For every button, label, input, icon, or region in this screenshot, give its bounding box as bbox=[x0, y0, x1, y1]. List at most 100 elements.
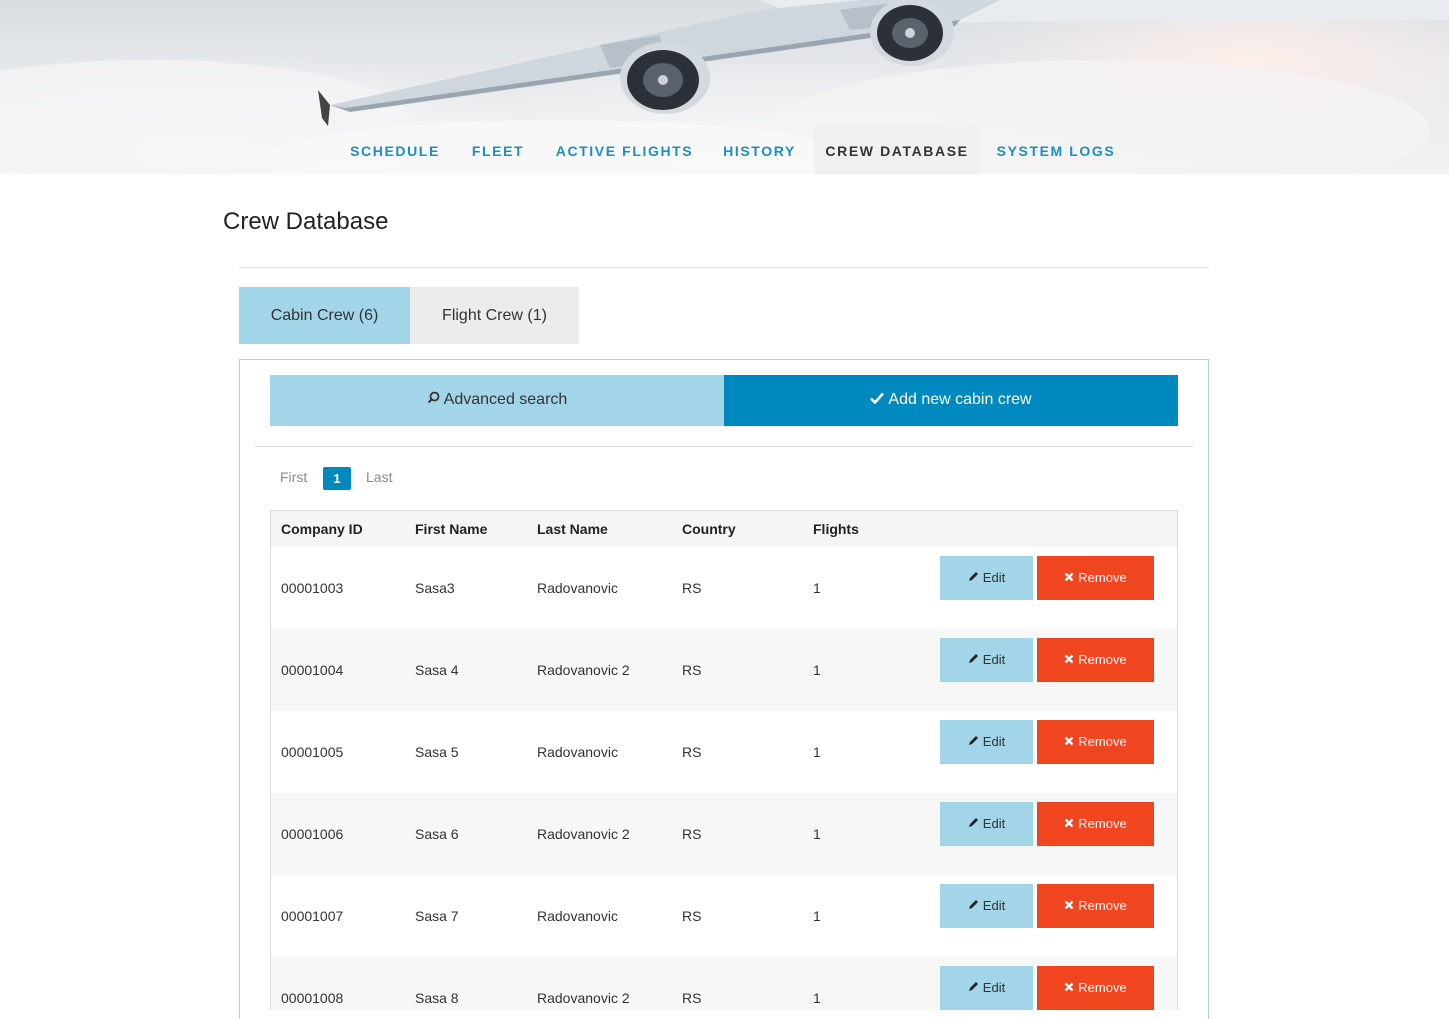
column-header-first-name: First Name bbox=[415, 521, 488, 537]
column-header-last-name: Last Name bbox=[537, 521, 608, 537]
cell-last-name: Radovanovic bbox=[537, 580, 618, 596]
remove-label: Remove bbox=[1078, 816, 1127, 831]
tab-flight-crew[interactable]: Flight Crew (1) bbox=[410, 287, 579, 344]
nav-fleet[interactable]: FLEET bbox=[455, 126, 541, 174]
header-hero: SCHEDULE FLEET ACTIVE FLIGHTS HISTORY CR… bbox=[0, 0, 1449, 174]
nav-history[interactable]: HISTORY bbox=[708, 126, 811, 174]
cell-first-name: Sasa 5 bbox=[415, 744, 459, 760]
remove-button[interactable]: Remove bbox=[1037, 720, 1154, 764]
close-icon bbox=[1064, 884, 1074, 928]
magnifier-icon bbox=[427, 375, 440, 425]
nav-system-logs[interactable]: SYSTEM LOGS bbox=[983, 126, 1129, 174]
pencil-icon bbox=[968, 638, 979, 682]
edit-label: Edit bbox=[982, 816, 1006, 831]
remove-button[interactable]: Remove bbox=[1037, 802, 1154, 846]
cell-country: RS bbox=[682, 662, 702, 678]
edit-button[interactable]: Edit bbox=[940, 556, 1033, 600]
close-icon bbox=[1064, 638, 1074, 682]
cell-last-name: Radovanovic 2 bbox=[537, 990, 630, 1006]
cell-flights: 1 bbox=[813, 580, 821, 596]
pagination-first[interactable]: First bbox=[280, 469, 307, 485]
pencil-icon bbox=[968, 720, 979, 764]
pencil-icon bbox=[968, 556, 979, 600]
cell-last-name: Radovanovic 2 bbox=[537, 826, 630, 842]
column-header-country: Country bbox=[682, 521, 736, 537]
cell-last-name: Radovanovic bbox=[537, 744, 618, 760]
pagination-last[interactable]: Last bbox=[366, 469, 392, 485]
edit-label: Edit bbox=[982, 980, 1006, 995]
edit-button[interactable]: Edit bbox=[940, 802, 1033, 846]
remove-label: Remove bbox=[1078, 570, 1127, 585]
pencil-icon bbox=[968, 966, 979, 1010]
cell-company-id: 00001005 bbox=[281, 744, 344, 760]
remove-label: Remove bbox=[1078, 980, 1127, 995]
add-cabin-crew-button[interactable]: Add new cabin crew bbox=[724, 375, 1178, 426]
cell-company-id: 00001003 bbox=[281, 580, 344, 596]
close-icon bbox=[1064, 556, 1074, 600]
edit-label: Edit bbox=[982, 734, 1006, 749]
nav-active-flights[interactable]: ACTIVE FLIGHTS bbox=[543, 126, 706, 174]
remove-button[interactable]: Remove bbox=[1037, 556, 1154, 600]
remove-label: Remove bbox=[1078, 898, 1127, 913]
table-row: 00001007 Sasa 7 Radovanovic RS 1 Edit Remove bbox=[271, 875, 1177, 957]
edit-label: Edit bbox=[982, 652, 1006, 667]
pencil-icon bbox=[968, 802, 979, 846]
pagination-current-page[interactable]: 1 bbox=[323, 467, 351, 490]
tab-cabin-crew[interactable]: Cabin Crew (6) bbox=[239, 287, 410, 344]
check-icon bbox=[870, 375, 885, 425]
cell-flights: 1 bbox=[813, 744, 821, 760]
cell-flights: 1 bbox=[813, 662, 821, 678]
main-nav: SCHEDULE FLEET ACTIVE FLIGHTS HISTORY CR… bbox=[0, 126, 1449, 174]
edit-button[interactable]: Edit bbox=[940, 966, 1033, 1010]
column-header-flights: Flights bbox=[813, 521, 859, 537]
pencil-icon bbox=[968, 884, 979, 928]
remove-label: Remove bbox=[1078, 734, 1127, 749]
cell-country: RS bbox=[682, 580, 702, 596]
advanced-search-label: Advanced search bbox=[443, 391, 568, 408]
cell-country: RS bbox=[682, 990, 702, 1006]
cell-company-id: 00001008 bbox=[281, 990, 344, 1006]
add-cabin-crew-label: Add new cabin crew bbox=[888, 391, 1032, 408]
cell-flights: 1 bbox=[813, 826, 821, 842]
advanced-search-button[interactable]: Advanced search bbox=[270, 375, 724, 426]
nav-crew-database[interactable]: CREW DATABASE bbox=[814, 126, 980, 174]
table-row: 00001004 Sasa 4 Radovanovic 2 RS 1 Edit Remove bbox=[271, 629, 1177, 711]
remove-button[interactable]: Remove bbox=[1037, 966, 1154, 1010]
cell-first-name: Sasa 7 bbox=[415, 908, 459, 924]
cell-company-id: 00001004 bbox=[281, 662, 344, 678]
cell-first-name: Sasa 4 bbox=[415, 662, 459, 678]
close-icon bbox=[1064, 802, 1074, 846]
table-row: 00001008 Sasa 8 Radovanovic 2 RS 1 Edit Remove bbox=[271, 957, 1177, 1010]
column-header-company-id: Company ID bbox=[281, 521, 363, 537]
cell-flights: 1 bbox=[813, 908, 821, 924]
remove-label: Remove bbox=[1078, 652, 1127, 667]
table-row: 00001005 Sasa 5 Radovanovic RS 1 Edit Remove bbox=[271, 711, 1177, 793]
divider bbox=[255, 446, 1193, 447]
crew-table: Company ID First Name Last Name Country … bbox=[270, 510, 1178, 1010]
cell-last-name: Radovanovic 2 bbox=[537, 662, 630, 678]
table-header: Company ID First Name Last Name Country … bbox=[271, 511, 1177, 547]
nav-schedule[interactable]: SCHEDULE bbox=[337, 126, 453, 174]
table-row: 00001006 Sasa 6 Radovanovic 2 RS 1 Edit Remove bbox=[271, 793, 1177, 875]
edit-button[interactable]: Edit bbox=[940, 884, 1033, 928]
cell-last-name: Radovanovic bbox=[537, 908, 618, 924]
cell-first-name: Sasa 6 bbox=[415, 826, 459, 842]
close-icon bbox=[1064, 966, 1074, 1010]
cell-country: RS bbox=[682, 908, 702, 924]
edit-label: Edit bbox=[982, 570, 1006, 585]
cell-company-id: 00001006 bbox=[281, 826, 344, 842]
cell-first-name: Sasa3 bbox=[415, 580, 455, 596]
cell-country: RS bbox=[682, 744, 702, 760]
cell-company-id: 00001007 bbox=[281, 908, 344, 924]
page-title: Crew Database bbox=[223, 208, 389, 235]
edit-button[interactable]: Edit bbox=[940, 720, 1033, 764]
remove-button[interactable]: Remove bbox=[1037, 638, 1154, 682]
edit-button[interactable]: Edit bbox=[940, 638, 1033, 682]
cell-flights: 1 bbox=[813, 990, 821, 1006]
close-icon bbox=[1064, 720, 1074, 764]
table-row: 00001003 Sasa3 Radovanovic RS 1 Edit Remove bbox=[271, 547, 1177, 629]
edit-label: Edit bbox=[982, 898, 1006, 913]
cell-first-name: Sasa 8 bbox=[415, 990, 459, 1006]
remove-button[interactable]: Remove bbox=[1037, 884, 1154, 928]
divider bbox=[239, 267, 1209, 268]
